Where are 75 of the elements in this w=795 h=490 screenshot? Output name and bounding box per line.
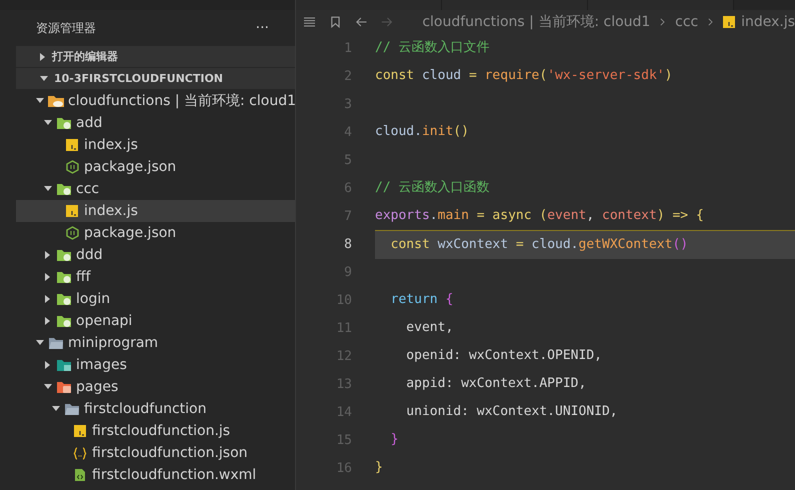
tree-item[interactable]: openapi xyxy=(16,310,295,332)
tree-item[interactable]: add xyxy=(16,112,295,134)
code-line: event, xyxy=(405,319,454,337)
folder-icon xyxy=(56,314,72,328)
expand-arrow-icon[interactable] xyxy=(40,76,48,82)
expand-arrow-icon[interactable] xyxy=(44,186,52,192)
tree-item[interactable]: firstcloudfunction.js xyxy=(16,420,295,442)
folder-icon xyxy=(48,336,64,350)
code-line: // 云函数入口函数 xyxy=(375,179,490,197)
breadcrumb-item[interactable]: index.js xyxy=(723,14,795,30)
code-line: } xyxy=(375,459,384,477)
expand-arrow-icon[interactable] xyxy=(44,120,52,126)
folder-icon xyxy=(56,248,72,262)
line-number: 8 xyxy=(343,236,352,252)
tree-item[interactable]: index.js xyxy=(16,134,295,156)
tree-item[interactable]: cloudfunctions | 当前环境: cloud1 xyxy=(16,90,295,112)
tree-item[interactable]: package.json xyxy=(16,222,295,244)
code-line: const cloud = require('wx-server-sdk') xyxy=(375,67,674,85)
folder-icon xyxy=(64,402,80,416)
expand-arrow-icon[interactable] xyxy=(44,384,52,390)
tree-item[interactable]: fff xyxy=(16,266,295,288)
tree-item[interactable]: firstcloudfunction.wxml xyxy=(16,464,295,486)
code-line: appid: wxContext.APPID, xyxy=(405,375,588,393)
chevron-icon xyxy=(660,17,666,27)
section-header[interactable]: 打开的编辑器 xyxy=(16,46,295,67)
breadcrumb-item[interactable]: ccc xyxy=(675,14,698,30)
chevron-icon xyxy=(708,17,714,27)
code-line: return { xyxy=(390,291,454,309)
node-file-icon xyxy=(66,160,78,174)
back-arrow-icon[interactable] xyxy=(356,16,368,28)
tree-item[interactable]: login xyxy=(16,288,295,310)
js-file-icon xyxy=(723,16,736,28)
code-line: unionid: wxContext.UNIONID, xyxy=(405,403,619,421)
folder-icon xyxy=(56,292,72,306)
js-file-icon xyxy=(74,425,86,437)
folder-icon xyxy=(56,270,72,284)
tree-item[interactable]: firstcloudfunction.json xyxy=(16,442,295,464)
node-file-icon xyxy=(66,226,78,240)
tree-item[interactable]: package.json xyxy=(16,156,295,178)
collapse-arrow-icon[interactable] xyxy=(45,251,51,259)
tree-item[interactable]: firstcloudfunction xyxy=(16,398,295,420)
expand-arrow-icon[interactable] xyxy=(36,98,44,104)
sidebar-title: 资源管理器 xyxy=(36,20,96,36)
list-icon[interactable] xyxy=(304,16,316,28)
folder-icon xyxy=(56,182,72,196)
code-line: // 云函数入口文件 xyxy=(375,39,490,57)
tree-item[interactable]: index.js xyxy=(16,200,295,222)
collapse-arrow-icon[interactable] xyxy=(45,295,51,303)
section-header[interactable]: 10-3FIRSTCLOUDFUNCTION xyxy=(16,68,295,89)
tree-item[interactable]: miniprogram xyxy=(16,332,295,354)
tree-item[interactable]: ccc xyxy=(16,178,295,200)
wxml-file-icon xyxy=(74,468,86,482)
json-file-icon xyxy=(73,446,87,460)
collapse-arrow-icon[interactable] xyxy=(45,317,51,325)
more-button[interactable]: ··· xyxy=(256,20,269,36)
collapse-arrow-icon[interactable] xyxy=(40,52,46,60)
collapse-arrow-icon[interactable] xyxy=(45,273,51,281)
pages-folder-icon xyxy=(56,380,72,394)
bookmark-icon[interactable] xyxy=(331,15,340,29)
collapse-arrow-icon[interactable] xyxy=(45,361,51,369)
code-line: } xyxy=(390,431,400,449)
tree-item[interactable]: pages xyxy=(16,376,295,398)
code-line: openid: wxContext.OPENID, xyxy=(405,347,603,365)
js-file-icon xyxy=(66,205,78,217)
code-line: cloud.init() xyxy=(375,123,470,141)
breadcrumb-item[interactable]: cloudfunctions | 当前环境: cloud1 xyxy=(422,13,650,31)
tree-item[interactable]: ddd xyxy=(16,244,295,266)
image-folder-icon xyxy=(56,358,72,372)
tree-item[interactable]: images xyxy=(16,354,295,376)
code-line: exports.main = async (event, context) => { xyxy=(375,207,705,225)
folder-icon xyxy=(56,116,72,130)
cloud-folder-icon xyxy=(47,94,65,108)
js-file-icon xyxy=(66,139,78,151)
expand-arrow-icon[interactable] xyxy=(36,340,44,346)
expand-arrow-icon[interactable] xyxy=(52,406,60,412)
